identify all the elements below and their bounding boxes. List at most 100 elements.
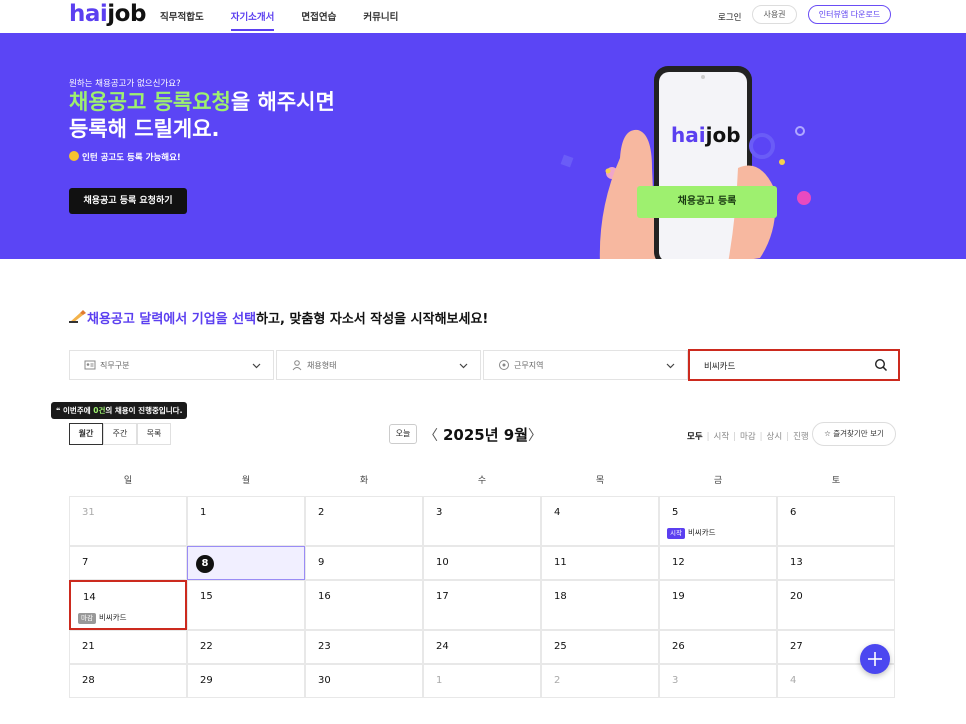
login-link[interactable]: 로그인 — [718, 11, 741, 23]
banner-title: 채용공고 등록요청을 해주시면 등록해 드릴게요. — [69, 89, 335, 143]
nav-job-fit[interactable]: 직무적합도 — [160, 9, 204, 31]
prev-month-arrow-icon[interactable]: 〈 — [424, 425, 438, 445]
calendar-day-cell[interactable]: 19 — [659, 580, 777, 630]
phone-register-button: 채용공고 등록 — [637, 186, 777, 218]
calendar-day-cell[interactable]: 5 시작 비씨카드 — [659, 496, 777, 546]
day-number: 23 — [318, 641, 331, 652]
calendar-day-cell[interactable]: 17 — [423, 580, 541, 630]
calendar-day-cell[interactable]: 23 — [305, 630, 423, 664]
status-filter-group: 모두 | 시작 | 마감 | 상시 | 진행 — [687, 432, 809, 442]
today-button[interactable]: 오늘 — [389, 424, 417, 444]
calendar-day-cell[interactable]: 9 — [305, 546, 423, 580]
phone-logo-job: job — [705, 123, 741, 147]
nav-interview[interactable]: 면접연습 — [301, 9, 336, 31]
location-pin-icon — [499, 360, 509, 370]
calendar-day-cell[interactable]: 7 — [69, 546, 187, 580]
calendar-day-cell[interactable]: 3 — [423, 496, 541, 546]
logo-job: job — [107, 1, 146, 27]
calendar-day-cell[interactable]: 8 — [187, 546, 305, 580]
day-number: 30 — [318, 675, 331, 686]
haijob-logo[interactable]: haijob — [69, 1, 146, 27]
event-company-name: 비씨카드 — [687, 528, 716, 537]
weekday-label: 일 — [123, 476, 133, 486]
calendar-day-cell[interactable]: 26 — [659, 630, 777, 664]
tip-prefix: 이번주에 — [63, 406, 94, 415]
event-status-tag: 마감 — [78, 613, 96, 624]
day-number: 2 — [554, 675, 561, 686]
next-month-arrow-icon[interactable]: 〉 — [528, 425, 542, 445]
favorites-only-button[interactable]: ☆ 즐겨찾기만 보기 — [812, 422, 896, 446]
calendar-day-cell[interactable]: 1 — [423, 664, 541, 698]
calendar-day-cell[interactable]: 2 — [305, 496, 423, 546]
calendar-day-cell[interactable]: 24 — [423, 630, 541, 664]
banner-note: 인턴 공고도 등록 가능해요! — [69, 151, 181, 163]
view-tab-monthly[interactable]: 월간 — [69, 423, 103, 445]
smile-emoji-icon — [69, 151, 79, 161]
search-icon[interactable] — [874, 358, 888, 372]
banner-subtitle: 원하는 채용공고가 없으신가요? — [69, 79, 181, 89]
chevron-down-icon — [459, 363, 468, 369]
status-filter-end[interactable]: 마감 — [740, 432, 756, 442]
calendar-day-cell[interactable]: 6 — [777, 496, 895, 546]
status-filter-ongoing[interactable]: 진행 — [793, 432, 809, 442]
calendar-day-cell[interactable]: 16 — [305, 580, 423, 630]
calendar-day-cell[interactable]: 28 — [69, 664, 187, 698]
request-posting-button[interactable]: 채용공고 등록 요청하기 — [69, 188, 187, 214]
calendar-day-cell[interactable]: 3 — [659, 664, 777, 698]
voucher-button[interactable]: 사용권 — [752, 5, 797, 24]
calendar-day-cell[interactable]: 31 — [69, 496, 187, 546]
calendar-day-cell[interactable]: 25 — [541, 630, 659, 664]
event-company-name: 비씨카드 — [98, 613, 127, 622]
calendar-day-cell[interactable]: 29 — [187, 664, 305, 698]
day-number: 1 — [436, 675, 443, 686]
calendar-day-cell[interactable]: 1 — [187, 496, 305, 546]
floating-add-button[interactable] — [860, 644, 890, 674]
section-title-rest: 하고, 맞춤형 자소서 작성을 시작해보세요! — [256, 312, 489, 327]
calendar-day-cell[interactable]: 30 — [305, 664, 423, 698]
nav-community[interactable]: 커뮤니티 — [363, 9, 398, 31]
status-filter-always[interactable]: 상시 — [767, 432, 783, 442]
calendar-day-cell[interactable]: 12 — [659, 546, 777, 580]
plus-icon — [868, 652, 882, 666]
day-number: 15 — [200, 591, 213, 602]
calendar-day-cell[interactable]: 15 — [187, 580, 305, 630]
calendar-day-cell[interactable]: 2 — [541, 664, 659, 698]
job-category-select[interactable]: 직무구분 — [69, 350, 274, 380]
status-filter-all[interactable]: 모두 — [687, 432, 703, 442]
view-tab-weekly[interactable]: 주간 — [103, 423, 137, 445]
calendar-day-cell[interactable]: 21 — [69, 630, 187, 664]
day-number: 10 — [436, 557, 449, 568]
day-number: 4 — [790, 675, 797, 686]
download-app-button[interactable]: 인터뷰앱 다운로드 — [808, 5, 891, 24]
day-number: 24 — [436, 641, 449, 652]
day-number: 17 — [436, 591, 449, 602]
day-number: 19 — [672, 591, 685, 602]
banner-note-text: 인턴 공고도 등록 가능해요! — [82, 153, 181, 163]
calendar-day-cell[interactable]: 18 — [541, 580, 659, 630]
calendar-day-cell[interactable]: 4 — [541, 496, 659, 546]
employment-type-select[interactable]: 채용형태 — [276, 350, 481, 380]
calendar-day-cell[interactable]: 22 — [187, 630, 305, 664]
writing-hand-icon — [69, 310, 86, 323]
banner-title-highlight: 채용공고 등록요청 — [69, 90, 231, 114]
view-tab-list[interactable]: 목록 — [137, 423, 171, 445]
weekly-postings-badge: ❝ 이번주에 0건의 채용이 진행중입니다. — [51, 402, 188, 419]
calendar-day-cell[interactable]: 13 — [777, 546, 895, 580]
calendar-day-cell[interactable]: 11 — [541, 546, 659, 580]
location-select[interactable]: 근무지역 — [483, 350, 688, 380]
logo-hai: hai — [69, 1, 108, 27]
weekday-label: 월 — [241, 476, 251, 486]
calendar-day-cell[interactable]: 10 — [423, 546, 541, 580]
day-number: 16 — [318, 591, 331, 602]
status-filter-start[interactable]: 시작 — [714, 432, 730, 442]
calendar-event[interactable]: 마감 비씨카드 — [78, 612, 127, 624]
top-header: haijob 직무적합도 자기소개서 면접연습 커뮤니티 로그인 사용권 인터뷰… — [0, 0, 966, 33]
tip-count: 0건 — [93, 406, 106, 415]
calendar-event[interactable]: 시작 비씨카드 — [667, 527, 716, 539]
nav-cover-letter[interactable]: 자기소개서 — [230, 9, 275, 31]
calendar-day-cell[interactable]: 20 — [777, 580, 895, 630]
company-search-input[interactable]: 비씨카드 — [688, 349, 900, 381]
calendar-day-cell[interactable]: 14 마감 비씨카드 — [69, 580, 187, 630]
day-number: 25 — [554, 641, 567, 652]
id-card-icon — [84, 360, 96, 370]
